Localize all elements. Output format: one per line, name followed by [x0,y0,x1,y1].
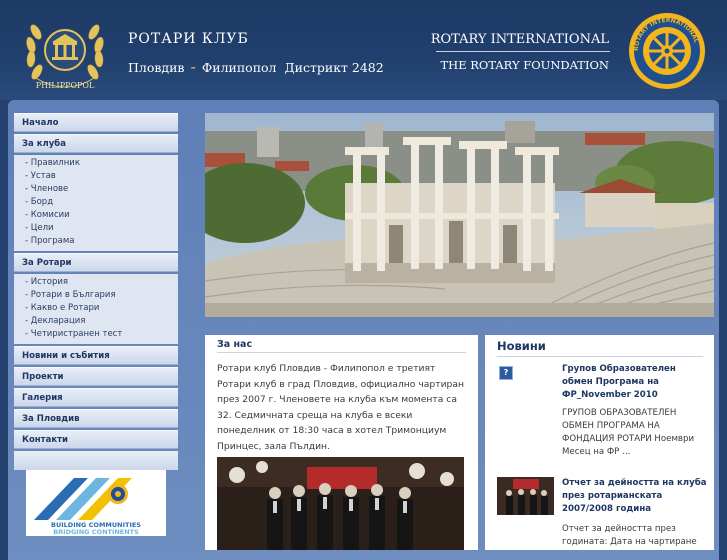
nav-sub-four-way-test[interactable]: - Четиристранен тест [14,328,178,341]
about-club-photo[interactable] [217,457,464,550]
nav-sub-board[interactable]: - Борд [14,196,178,209]
news-item-2-title[interactable]: Отчет за дейността на клуба през ротариа… [562,477,707,516]
header-divider [436,51,610,52]
nav-sub-rotary-bulgaria[interactable]: - Ротари в България [14,289,178,302]
nav-sub-statute[interactable]: - Устав [14,170,178,183]
site-header: PHILIPPOPOL РОТАРИ КЛУБ Пловдив - Филипо… [0,0,727,100]
news-title: Новини [497,339,546,353]
rotary-foundation-title: THE ROTARY FOUNDATION [440,58,610,72]
nav-home[interactable]: Начало [14,113,178,132]
nav-gallery[interactable]: Галерия [14,388,178,407]
rotary-international-title: ROTARY INTERNATIONAL [430,32,609,47]
building-communities-banner[interactable]: BUILDING COMMUNITIES BRIDGING CONTINENTS [26,470,166,536]
club-emblem-logo[interactable]: PHILIPPOPOL [22,12,108,92]
about-title-underline [217,352,466,353]
banner-line-2: BRIDGING CONTINENTS [53,528,139,536]
nav-sub-members[interactable]: - Членове [14,183,178,196]
nav-news-events[interactable]: Новини и събития [14,346,178,365]
nav-sub-program[interactable]: - Програма [14,235,178,248]
news-title-underline [497,356,703,357]
about-title: За нас [217,339,253,350]
news-item-2-text: Отчет за дейността през годината: Дата н… [562,524,697,547]
nav-sub-declaration[interactable]: - Декларация [14,315,178,328]
logo-left-text: PHILIPPOPOL [36,81,95,90]
nav-about-rotary[interactable]: За Ротари [14,253,178,272]
hero-photo-roman-theatre [205,113,714,317]
news-item-2-thumbnail[interactable] [497,477,554,515]
club-subtitle: Пловдив - Филипопол Дистрикт 2482 [128,57,384,76]
nav-projects[interactable]: Проекти [14,367,178,386]
about-text: Ротари клуб Пловдив - Филипопол е третия… [217,363,465,452]
nav-sub-what-is-rotary[interactable]: - Какво е Ротари [14,302,178,315]
news-panel: Новини ? Групов Образователен обмен Прог… [485,335,714,550]
nav-about-rotary-submenu: - История - Ротари в България - Какво е … [14,274,178,344]
rotary-wheel-logo[interactable]: ROTARY INTERNATIONAL [628,12,706,90]
nav-plovdiv[interactable]: За Пловдив [14,409,178,428]
question-mark-icon[interactable]: ? [499,366,513,380]
dash-separator: - [190,57,196,76]
about-panel: За нас Ротари клуб Пловдив - Филипопол е… [205,335,478,550]
district: Дистрикт 2482 [284,60,384,75]
nav-contacts[interactable]: Контакти [14,430,178,449]
news-item-1-text: ГРУПОВ ОБРАЗОВАТЕЛЕН ОБМЕН ПРОГРАМА НА Ф… [562,408,695,457]
nav-about-club[interactable]: За клуба [14,134,178,153]
nav-empty-slot [14,451,178,470]
nav-sub-goals[interactable]: - Цели [14,222,178,235]
city-right: Филипопол [201,60,277,75]
news-item-1-title[interactable]: Групов Образователен обмен Програма на Ф… [562,363,704,402]
nav-sub-rules[interactable]: - Правилник [14,157,178,170]
club-title: РОТАРИ КЛУБ [128,31,249,47]
nav-sub-history[interactable]: - История [14,276,178,289]
nav-sub-committees[interactable]: - Комисии [14,209,178,222]
city-left: Пловдив [128,60,185,75]
nav-about-club-submenu: - Правилник - Устав - Членове - Борд - К… [14,155,178,251]
sidebar-nav: Начало За клуба - Правилник - Устав - Чл… [14,113,178,472]
